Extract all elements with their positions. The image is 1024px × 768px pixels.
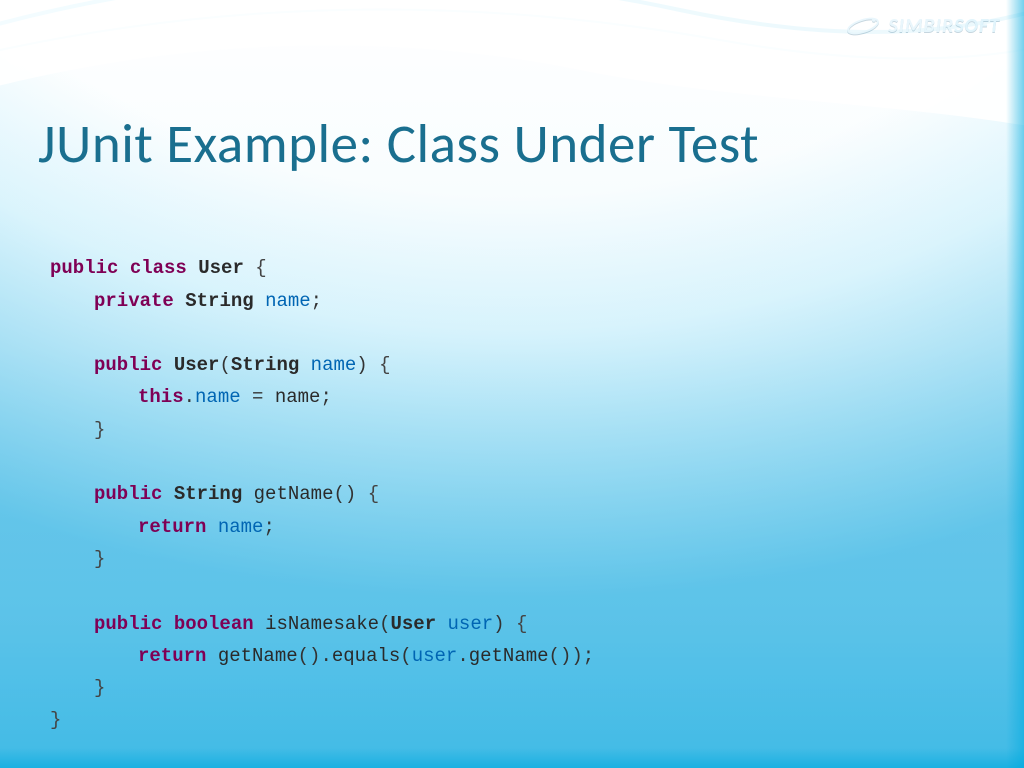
brand-word-2: SOFT	[954, 14, 1000, 38]
code-line: public boolean isNamesake(User user) {	[50, 608, 527, 640]
code-line: public class User {	[50, 257, 267, 279]
edge-right-decoration	[1006, 0, 1024, 768]
code-line: return getName().equals(user.getName());	[50, 640, 594, 672]
code-line: this.name = name;	[50, 381, 332, 413]
brand-word-1: SIMBIR	[888, 14, 954, 38]
code-line: }	[50, 414, 105, 446]
brand-swoosh-icon	[844, 14, 882, 38]
brand-logo: SIMBIRSOFT	[844, 14, 1000, 38]
code-line: public User(String name) {	[50, 349, 391, 381]
slide: SIMBIRSOFT JUnit Example: Class Under Te…	[0, 0, 1024, 768]
code-block: public class User { private String name;…	[50, 220, 594, 768]
edge-bottom-decoration	[0, 748, 1024, 768]
code-line: }	[50, 543, 105, 575]
code-line: }	[50, 709, 61, 731]
code-line: }	[50, 672, 105, 704]
slide-title: JUnit Example: Class Under Test	[38, 110, 759, 177]
code-line: return name;	[50, 511, 275, 543]
code-line: public String getName() {	[50, 478, 379, 510]
code-line: private String name;	[50, 285, 322, 317]
